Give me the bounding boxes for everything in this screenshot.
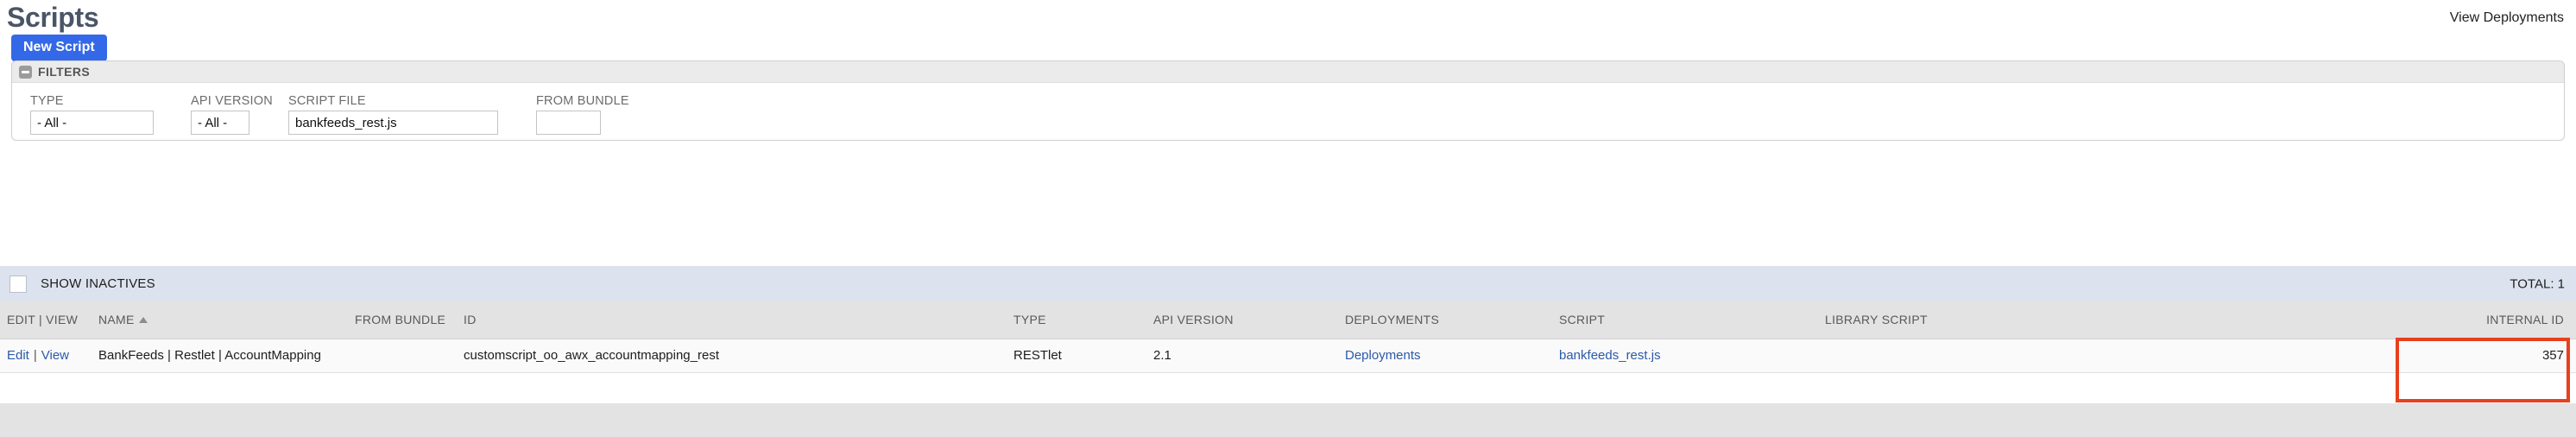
minus-square-icon[interactable] <box>19 66 32 79</box>
filter-label-script-file: SCRIPT FILE <box>288 94 498 108</box>
filter-select-type[interactable]: - All - <box>30 111 154 135</box>
filter-group-from-bundle: FROM BUNDLE <box>536 94 629 135</box>
column-header-id[interactable]: ID <box>457 301 1007 339</box>
filters-title: FILTERS <box>38 65 90 79</box>
show-inactives-checkbox[interactable] <box>9 276 27 293</box>
column-header-internal-id[interactable]: INTERNAL ID <box>2338 301 2576 339</box>
results-table-container: EDIT | VIEW NAME FROM BUNDLE ID TYPE API… <box>0 301 2576 373</box>
cell-library-script <box>1818 339 2338 372</box>
cell-internal-id: 357 <box>2338 339 2576 372</box>
new-script-button[interactable]: New Script <box>11 35 107 61</box>
filters-header[interactable]: FILTERS <box>12 61 2564 83</box>
filter-select-script-file[interactable]: bankfeeds_rest.js <box>288 111 498 135</box>
edit-link[interactable]: Edit <box>7 348 29 363</box>
scripts-page: Scripts View Deployments New Script FILT… <box>0 0 2576 437</box>
cell-script: bankfeeds_rest.js <box>1552 339 1818 372</box>
filter-label-api-version: API VERSION <box>191 94 273 108</box>
filter-select-from-bundle[interactable] <box>536 111 601 135</box>
filters-body: TYPE - All - API VERSION - All - SCRIPT … <box>12 83 2564 140</box>
cell-api-version: 2.1 <box>1146 339 1338 372</box>
filter-group-type: TYPE - All - <box>30 94 154 135</box>
table-header-row: EDIT | VIEW NAME FROM BUNDLE ID TYPE API… <box>0 301 2576 339</box>
cell-deployments: Deployments <box>1338 339 1552 372</box>
column-header-from-bundle[interactable]: FROM BUNDLE <box>348 301 457 339</box>
filter-group-api-version: API VERSION - All - <box>191 94 273 135</box>
results-table: EDIT | VIEW NAME FROM BUNDLE ID TYPE API… <box>0 301 2576 373</box>
column-header-type[interactable]: TYPE <box>1007 301 1146 339</box>
cell-from-bundle <box>348 339 457 372</box>
filters-panel: FILTERS TYPE - All - API VERSION - All -… <box>11 60 2565 141</box>
script-file-link[interactable]: bankfeeds_rest.js <box>1559 348 1661 363</box>
filter-group-script-file: SCRIPT FILE bankfeeds_rest.js <box>288 94 498 135</box>
column-header-name[interactable]: NAME <box>92 301 348 339</box>
action-separator: | <box>34 348 37 363</box>
column-header-script[interactable]: SCRIPT <box>1552 301 1818 339</box>
column-header-deployments[interactable]: DEPLOYMENTS <box>1338 301 1552 339</box>
total-count: TOTAL: 1 <box>2510 276 2565 291</box>
filter-select-api-version[interactable]: - All - <box>191 111 249 135</box>
deployments-link[interactable]: Deployments <box>1345 348 1421 363</box>
column-header-edit-view[interactable]: EDIT | VIEW <box>0 301 92 339</box>
cell-id: customscript_oo_awx_accountmapping_rest <box>457 339 1007 372</box>
view-link[interactable]: View <box>41 348 69 363</box>
table-row[interactable]: Edit | View BankFeeds | Restlet | AccountM… <box>0 339 2576 372</box>
column-header-api-version[interactable]: API VERSION <box>1146 301 1338 339</box>
page-title: Scripts <box>7 2 98 34</box>
column-header-name-label: NAME <box>98 313 135 326</box>
show-inactives-bar: SHOW INACTIVES TOTAL: 1 <box>0 266 2576 301</box>
view-deployments-link[interactable]: View Deployments <box>2450 10 2564 26</box>
column-header-library-script[interactable]: LIBRARY SCRIPT <box>1818 301 2338 339</box>
row-actions: Edit | View <box>0 339 92 372</box>
cell-type: RESTlet <box>1007 339 1146 372</box>
filter-label-type: TYPE <box>30 94 154 108</box>
sort-ascending-icon[interactable] <box>139 317 148 323</box>
filter-label-from-bundle: FROM BUNDLE <box>536 94 629 108</box>
show-inactives-label: SHOW INACTIVES <box>41 276 155 291</box>
cell-name: BankFeeds | Restlet | AccountMapping <box>92 339 348 372</box>
table-footer <box>0 403 2576 437</box>
